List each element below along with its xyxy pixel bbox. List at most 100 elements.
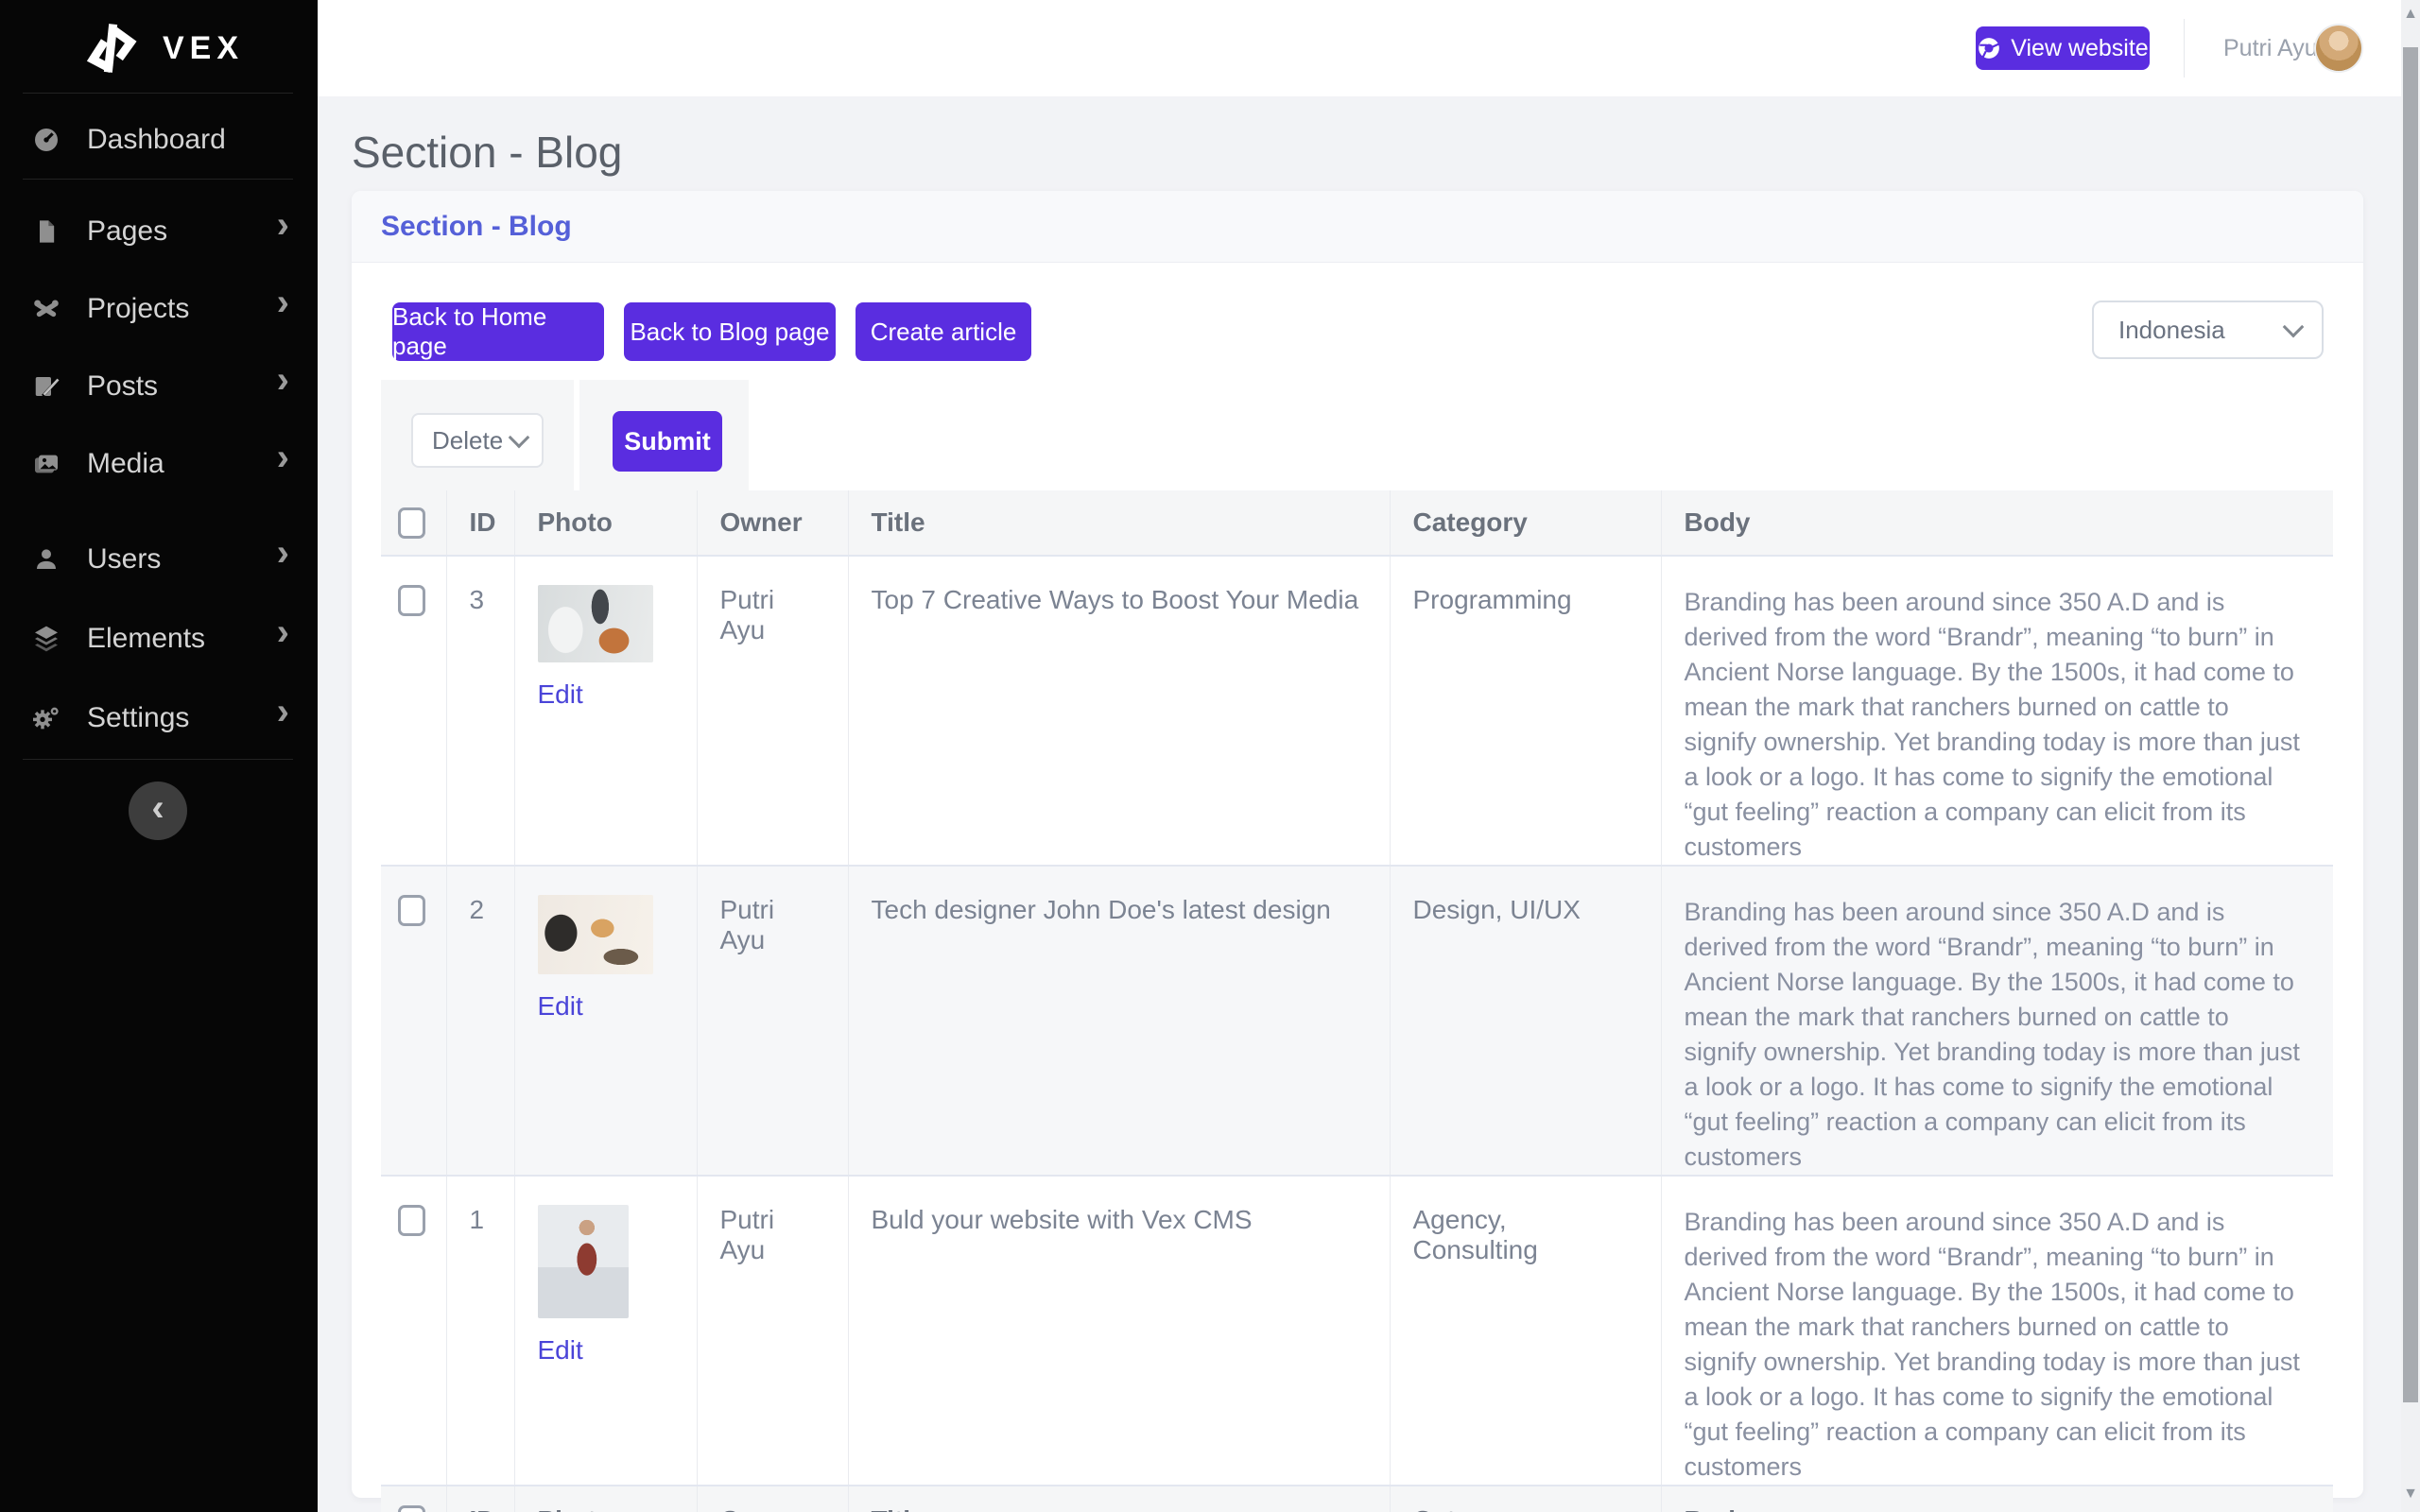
cell-body: Branding has been around since 350 A.D a… bbox=[1661, 866, 2333, 1176]
edit-link[interactable]: Edit bbox=[538, 991, 583, 1022]
cell-id: 3 bbox=[446, 556, 514, 866]
footer-header-body: Body bbox=[1661, 1486, 2333, 1512]
cell-id: 2 bbox=[446, 866, 514, 1176]
row-checkbox[interactable] bbox=[398, 1205, 425, 1236]
back-to-blog-button[interactable]: Back to Blog page bbox=[624, 302, 836, 361]
sidebar-item-dashboard[interactable]: Dashboard bbox=[0, 112, 318, 168]
view-website-button[interactable]: View website bbox=[1976, 26, 2150, 70]
sidebar-item-users[interactable]: Users › bbox=[0, 531, 318, 588]
footer-header-id: ID bbox=[446, 1486, 514, 1512]
gears-icon bbox=[30, 702, 62, 734]
cell-id: 1 bbox=[446, 1176, 514, 1486]
edit-link[interactable]: Edit bbox=[538, 1335, 583, 1366]
row-checkbox[interactable] bbox=[398, 895, 425, 926]
chevron-right-icon: › bbox=[277, 211, 289, 239]
cell-title: Top 7 Creative Ways to Boost Your Media bbox=[848, 556, 1390, 866]
cell-owner: Putri Ayu bbox=[697, 866, 848, 1176]
app-root: VEX Dashboard Pages › Projects › bbox=[0, 0, 2420, 1512]
sidebar-item-media[interactable]: Media › bbox=[0, 436, 318, 492]
chevron-left-icon: ‹ bbox=[151, 787, 164, 830]
tools-icon bbox=[30, 293, 62, 325]
card-header: Section - Blog bbox=[352, 191, 2363, 263]
cell-title: Tech designer John Doe's latest design bbox=[848, 866, 1390, 1176]
chevron-right-icon: › bbox=[277, 539, 289, 567]
cell-title: Buld your website with Vex CMS bbox=[848, 1176, 1390, 1486]
scroll-down-arrow-icon[interactable]: ▼ bbox=[2401, 1486, 2420, 1503]
language-select[interactable]: Indonesia bbox=[2092, 301, 2324, 359]
articles-table: ID Photo Owner Title Category Body 3 Edi… bbox=[381, 490, 2333, 1512]
sidebar-item-pages[interactable]: Pages › bbox=[0, 203, 318, 260]
sidebar-divider bbox=[23, 179, 293, 180]
images-icon bbox=[30, 448, 62, 480]
header-divider bbox=[2184, 19, 2185, 77]
sidebar-collapse-button[interactable]: ‹ bbox=[129, 782, 187, 840]
select-all-checkbox[interactable] bbox=[398, 507, 425, 539]
sidebar-divider bbox=[23, 93, 293, 94]
card-title: Section - Blog bbox=[381, 211, 572, 243]
footer-header-owner: Owner bbox=[697, 1486, 848, 1512]
chevron-down-icon bbox=[509, 427, 530, 449]
footer-header-category: Category bbox=[1390, 1486, 1661, 1512]
sidebar-item-label: Projects bbox=[87, 293, 189, 325]
photo-thumbnail bbox=[538, 895, 653, 974]
sidebar-item-label: Settings bbox=[87, 702, 189, 734]
scroll-up-arrow-icon[interactable]: ▲ bbox=[2401, 6, 2420, 23]
cell-owner: Putri Ayu bbox=[697, 556, 848, 866]
sidebar: VEX Dashboard Pages › Projects › bbox=[0, 0, 318, 1512]
content-card: Section - Blog Back to Home page Back to… bbox=[352, 191, 2363, 1498]
table-row: 2 Edit Putri Ayu Tech designer John Doe'… bbox=[381, 866, 2333, 1176]
column-header-owner: Owner bbox=[697, 490, 848, 556]
chevron-right-icon: › bbox=[277, 443, 289, 472]
brand-name: VEX bbox=[163, 30, 244, 67]
column-header-photo: Photo bbox=[514, 490, 697, 556]
sidebar-item-posts[interactable]: Posts › bbox=[0, 358, 318, 415]
cell-owner: Putri Ayu bbox=[697, 1176, 848, 1486]
table-row: 3 Edit Putri Ayu Top 7 Creative Ways to … bbox=[381, 556, 2333, 866]
footer-header-photo: Photo bbox=[514, 1486, 697, 1512]
column-header-category: Category bbox=[1390, 490, 1661, 556]
column-header-body: Body bbox=[1661, 490, 2333, 556]
row-checkbox[interactable] bbox=[398, 585, 425, 616]
footer-checkbox[interactable] bbox=[398, 1505, 425, 1512]
sidebar-item-elements[interactable]: Elements › bbox=[0, 610, 318, 667]
scrollbar-thumb[interactable] bbox=[2403, 47, 2418, 1402]
sidebar-item-label: Users bbox=[87, 543, 161, 576]
view-website-label: View website bbox=[2011, 35, 2148, 62]
page-title: Section - Blog bbox=[352, 127, 622, 178]
bulk-action-selected-value: Delete bbox=[432, 426, 503, 455]
photo-thumbnail bbox=[538, 585, 653, 662]
globe-icon bbox=[1977, 36, 2001, 60]
table-header-row: ID Photo Owner Title Category Body bbox=[381, 490, 2333, 556]
file-icon bbox=[30, 215, 62, 248]
sidebar-item-label: Pages bbox=[87, 215, 167, 248]
gauge-icon bbox=[30, 124, 62, 156]
back-to-home-button[interactable]: Back to Home page bbox=[392, 302, 604, 361]
chevron-right-icon: › bbox=[277, 366, 289, 394]
create-article-button[interactable]: Create article bbox=[856, 302, 1031, 361]
sidebar-item-label: Elements bbox=[87, 623, 205, 655]
cell-body: Branding has been around since 350 A.D a… bbox=[1661, 1176, 2333, 1486]
layers-icon bbox=[30, 623, 62, 655]
sidebar-item-settings[interactable]: Settings › bbox=[0, 690, 318, 747]
column-header-title: Title bbox=[848, 490, 1390, 556]
user-icon bbox=[30, 543, 62, 576]
cell-body: Branding has been around since 350 A.D a… bbox=[1661, 556, 2333, 866]
language-selected-value: Indonesia bbox=[2118, 316, 2225, 345]
user-name[interactable]: Putri Ayu bbox=[2223, 35, 2318, 62]
sidebar-item-label: Dashboard bbox=[87, 124, 226, 156]
edit-link[interactable]: Edit bbox=[538, 679, 583, 710]
sidebar-item-label: Media bbox=[87, 448, 164, 480]
photo-thumbnail bbox=[538, 1205, 629, 1318]
avatar[interactable] bbox=[2316, 26, 2361, 71]
sidebar-divider bbox=[23, 759, 293, 760]
brand-logo[interactable]: VEX bbox=[0, 15, 318, 81]
cell-category: Agency, Consulting bbox=[1390, 1176, 1661, 1486]
chevron-down-icon bbox=[2283, 317, 2305, 338]
table-row: 1 Edit Putri Ayu Buld your website with … bbox=[381, 1176, 2333, 1486]
sidebar-item-projects[interactable]: Projects › bbox=[0, 281, 318, 337]
submit-button[interactable]: Submit bbox=[613, 411, 722, 472]
footer-header-title: Title bbox=[848, 1486, 1390, 1512]
bulk-action-select[interactable]: Delete bbox=[411, 413, 544, 468]
vex-logo-icon bbox=[83, 21, 138, 76]
chevron-right-icon: › bbox=[277, 288, 289, 317]
